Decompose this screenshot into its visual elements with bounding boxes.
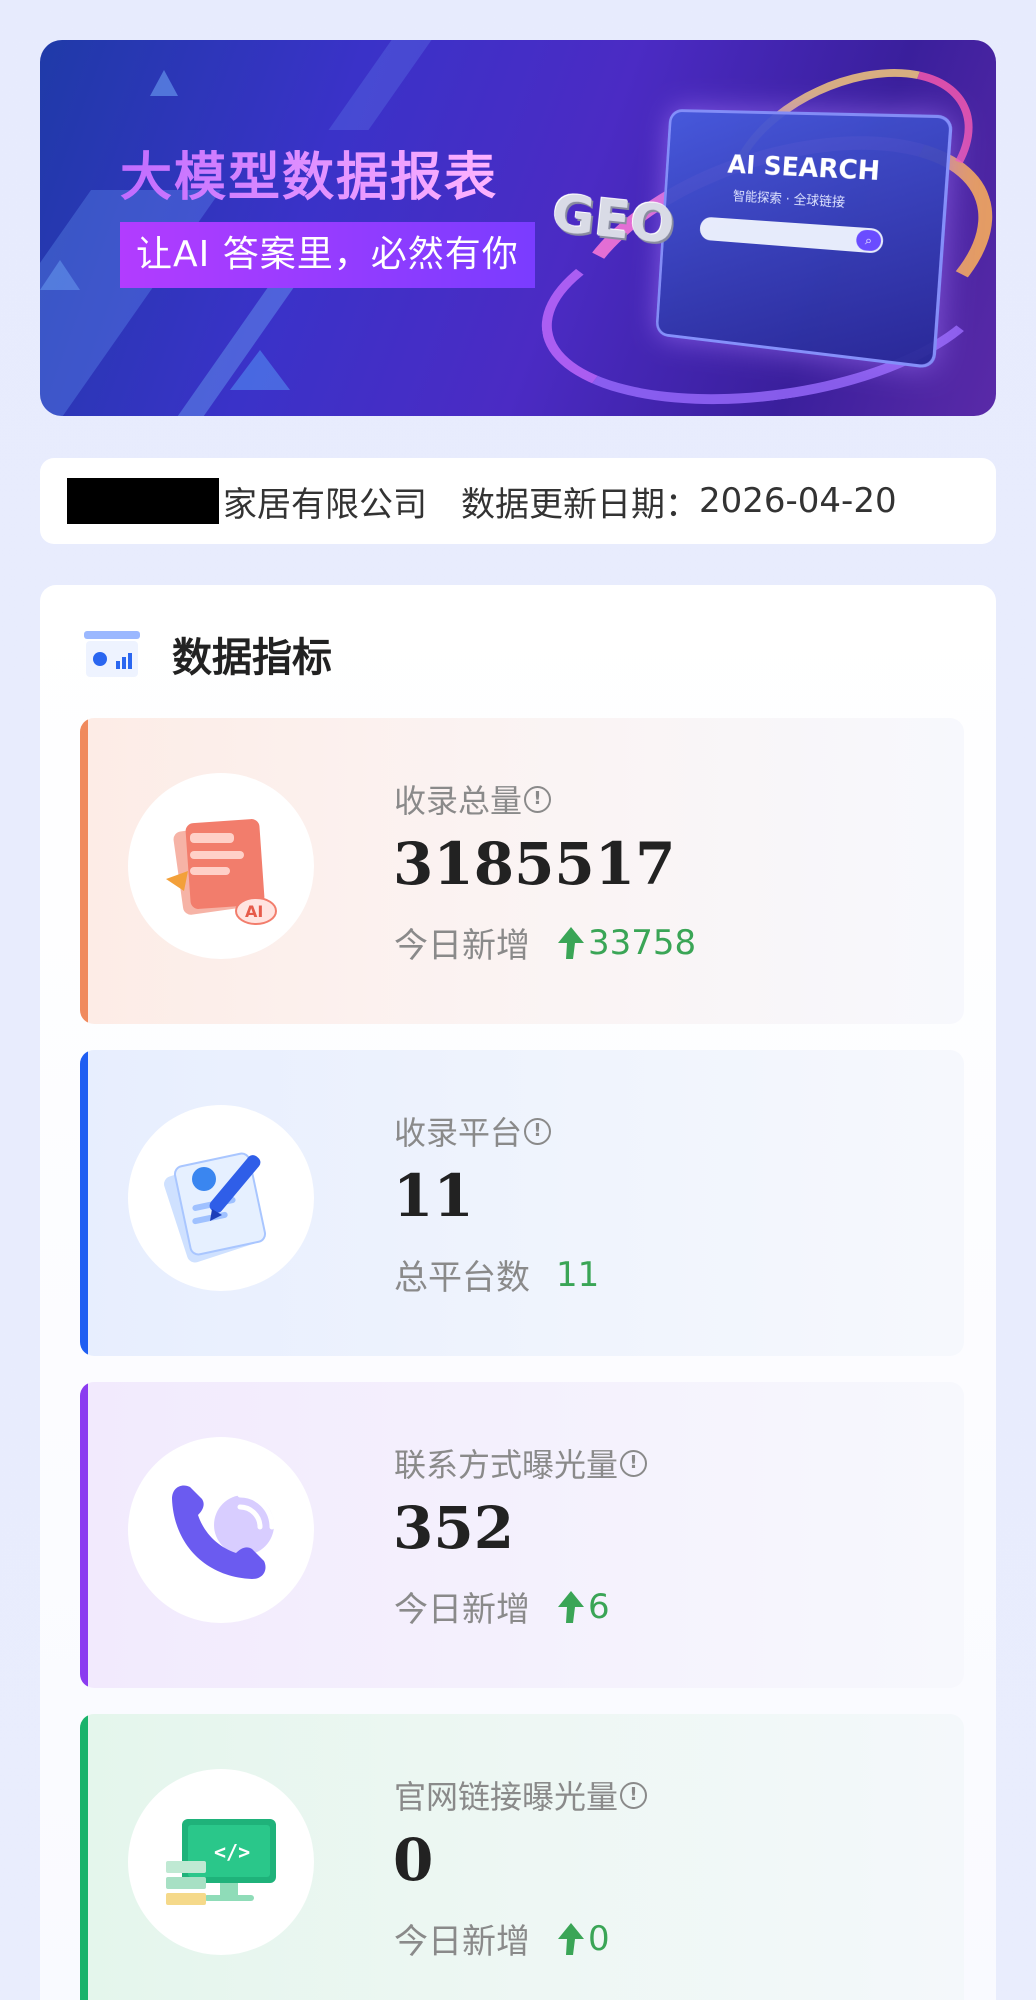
notepad-pen-icon bbox=[128, 1105, 314, 1291]
company-info-bar: 家居有限公司 数据更新日期： 2026-04-20 bbox=[40, 458, 996, 544]
metric-label: 联系方式曝光量 ! bbox=[394, 1440, 647, 1486]
monitor-code-icon: </> bbox=[128, 1769, 314, 1955]
metric-value: 11 bbox=[393, 1162, 474, 1230]
info-icon[interactable]: ! bbox=[524, 1118, 551, 1145]
screen-search-bar-illustration: ⌕ bbox=[699, 217, 884, 254]
metric-sub-label: 今日新增 bbox=[394, 1582, 530, 1631]
svg-text:AI: AI bbox=[245, 902, 263, 921]
metric-sub-label: 今日新增 bbox=[394, 1914, 530, 1963]
metric-sub-row: 今日新增 33758 bbox=[394, 918, 696, 967]
section-header: 数据指标 bbox=[84, 625, 332, 683]
metric-label: 收录平台 ! bbox=[394, 1108, 551, 1154]
metric-value: 352 bbox=[393, 1494, 514, 1562]
info-icon[interactable]: ! bbox=[524, 786, 551, 813]
metric-card-contact-exposure[interactable]: 联系方式曝光量 ! 352 今日新增 6 bbox=[80, 1382, 964, 1688]
card-accent-bar bbox=[80, 718, 88, 1024]
metric-label: 官网链接曝光量 ! bbox=[394, 1772, 647, 1818]
info-icon[interactable]: ! bbox=[620, 1782, 647, 1809]
section-title: 数据指标 bbox=[172, 625, 332, 683]
redacted-company-name bbox=[67, 478, 219, 524]
metric-sub-value: 33758 bbox=[588, 923, 696, 963]
arrow-up-icon bbox=[556, 925, 586, 961]
arrow-up-icon bbox=[556, 1921, 586, 1957]
metric-sub-label: 今日新增 bbox=[394, 918, 530, 967]
banner-subtitle: 让AI 答案里，必然有你 bbox=[120, 222, 535, 288]
metric-value: 0 bbox=[393, 1826, 433, 1894]
metric-sub-value-wrap: 11 bbox=[556, 1255, 599, 1295]
screen-subtitle: 智能探索 · 全球链接 bbox=[732, 186, 845, 211]
metric-label-text: 联系方式曝光量 bbox=[394, 1440, 618, 1486]
info-icon[interactable]: ! bbox=[620, 1450, 647, 1477]
metric-card-indexed-total[interactable]: AI 收录总量 ! 3185517 今日新增 33758 bbox=[80, 718, 964, 1024]
metric-sub-value: 6 bbox=[588, 1587, 610, 1627]
metric-sub-value-wrap: 33758 bbox=[556, 923, 696, 963]
metric-value: 3185517 bbox=[393, 830, 676, 898]
phone-icon bbox=[128, 1437, 314, 1623]
screen-title: AI SEARCH bbox=[727, 150, 881, 187]
card-accent-bar bbox=[80, 1714, 88, 2000]
update-date-label: 数据更新日期： bbox=[461, 477, 699, 526]
metric-card-indexed-platforms[interactable]: 收录平台 ! 11 总平台数 11 bbox=[80, 1050, 964, 1356]
search-icon: ⌕ bbox=[856, 229, 882, 251]
metric-sub-row: 总平台数 11 bbox=[394, 1250, 599, 1299]
card-accent-bar bbox=[80, 1382, 88, 1688]
arrow-up-icon bbox=[556, 1589, 586, 1625]
metrics-panel: 数据指标 AI 收录总量 ! 3185517 今日新增 33758 收录平台 !… bbox=[40, 585, 996, 2000]
geo-logo-text: GEO bbox=[549, 184, 677, 256]
metric-sub-row: 今日新增 6 bbox=[394, 1582, 610, 1631]
card-accent-bar bbox=[80, 1050, 88, 1356]
chart-icon bbox=[84, 631, 140, 677]
metric-label-text: 收录平台 bbox=[394, 1108, 522, 1154]
metric-sub-value: 11 bbox=[556, 1255, 599, 1295]
metric-sub-label: 总平台数 bbox=[394, 1250, 530, 1299]
update-date-value: 2026-04-20 bbox=[699, 481, 897, 521]
metric-sub-value: 0 bbox=[588, 1919, 610, 1959]
metric-label: 收录总量 ! bbox=[394, 776, 551, 822]
metric-label-text: 官网链接曝光量 bbox=[394, 1772, 618, 1818]
banner-title: 大模型数据报表 bbox=[120, 135, 498, 210]
document-ai-icon: AI bbox=[128, 773, 314, 959]
metric-sub-row: 今日新增 0 bbox=[394, 1914, 610, 1963]
metric-sub-value-wrap: 6 bbox=[556, 1587, 610, 1627]
metric-card-website-exposure[interactable]: </> 官网链接曝光量 ! 0 今日新增 0 bbox=[80, 1714, 964, 2000]
metric-label-text: 收录总量 bbox=[394, 776, 522, 822]
hero-banner: 大模型数据报表 让AI 答案里，必然有你 AI SEARCH 智能探索 · 全球… bbox=[40, 40, 996, 416]
ai-search-screen-illustration: AI SEARCH 智能探索 · 全球链接 ⌕ bbox=[655, 109, 953, 369]
company-name: 家居有限公司 bbox=[223, 477, 427, 526]
metric-sub-value-wrap: 0 bbox=[556, 1919, 610, 1959]
svg-text:</>: </> bbox=[214, 1840, 250, 1864]
